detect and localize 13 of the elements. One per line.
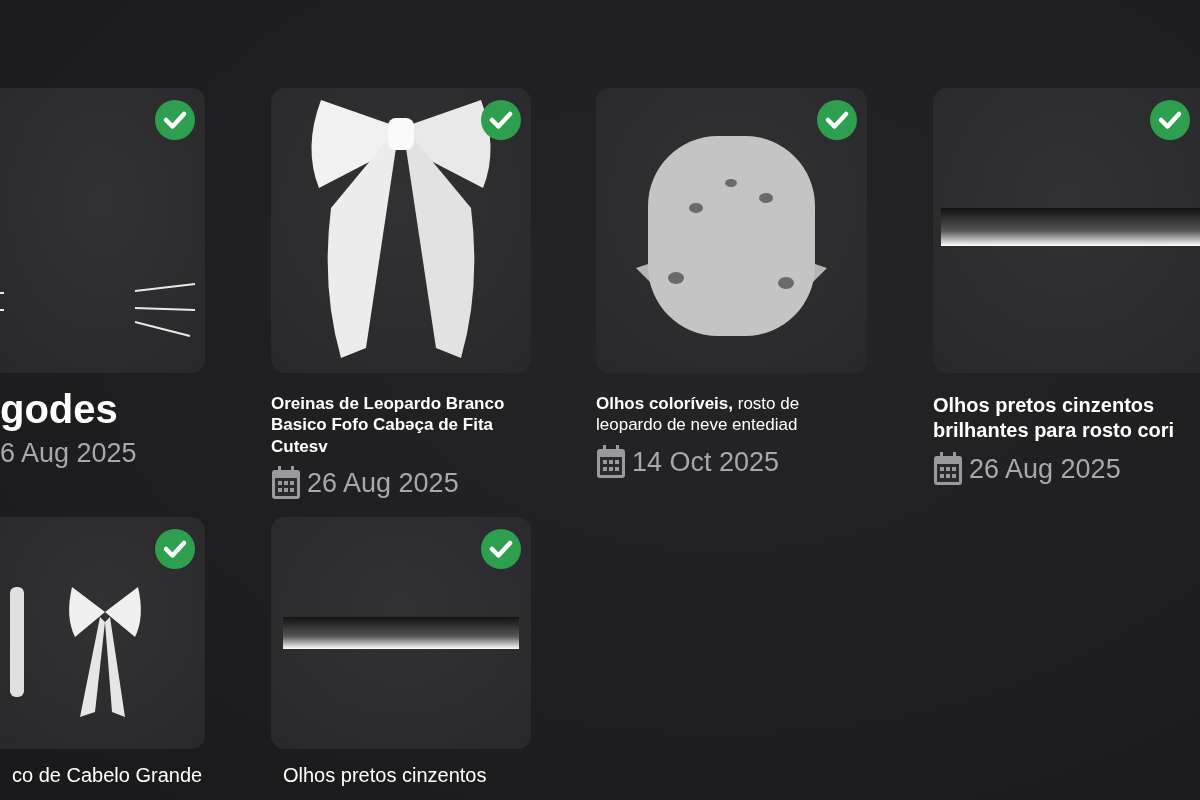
item-title: Olhos pretos cinzentos brilhantes para rosto cori xyxy=(933,393,1176,443)
item-title: co de Cabelo Grande xyxy=(12,763,204,789)
item-date: 26 Aug 2025 xyxy=(307,466,459,500)
item-title: godes xyxy=(0,387,119,431)
item-date: 26 Aug 2025 xyxy=(969,453,1121,486)
calendar-icon xyxy=(596,444,626,479)
item-date: 14 Oct 2025 xyxy=(632,445,780,479)
item-title: Olhos pretos cinzentos xyxy=(283,763,488,789)
item-date: 6 Aug 2025 xyxy=(0,437,137,470)
item-title: Oreinas de Leopardo Branco Basico Fofo Cabəça de Fita Cutesv xyxy=(271,393,506,457)
item-title: Olhos coloríveis, rosto de leopardo de neve entediad xyxy=(596,393,801,436)
calendar-icon xyxy=(933,452,963,487)
calendar-icon xyxy=(271,466,301,500)
